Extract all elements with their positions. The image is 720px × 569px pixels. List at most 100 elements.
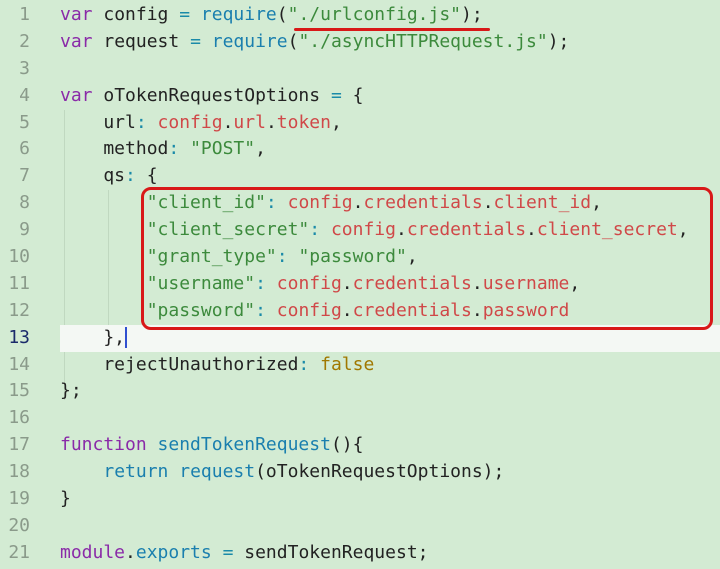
token-id: rejectUnauthorized: [60, 353, 299, 375]
token-id: [309, 354, 320, 375]
token-bool: false: [320, 353, 375, 375]
token-id: {: [135, 165, 158, 187]
token-id: );: [547, 30, 570, 52]
token-id: );: [461, 4, 483, 25]
token-id: {: [341, 84, 364, 106]
code-line[interactable]: 21 module.exports = sendTokenRequest;: [0, 540, 720, 567]
token-fn: request: [179, 461, 256, 483]
code-line[interactable]: 17 function sendTokenRequest(){: [0, 432, 720, 459]
line-number: 9: [19, 219, 30, 241]
code-text: var oTokenRequestOptions = {: [60, 83, 363, 110]
code-line[interactable]: 15};: [0, 378, 720, 405]
token-id: (oTokenRequestOptions);: [255, 461, 505, 483]
token-id: method: [60, 138, 169, 160]
code-line[interactable]: 18 return request(oTokenRequestOptions);: [0, 459, 720, 486]
token-id: .: [125, 541, 136, 563]
token-id: [60, 300, 147, 321]
line-number: 1: [19, 4, 30, 25]
line-number: 2: [19, 30, 30, 52]
token-op: :: [298, 353, 310, 375]
code-text: var request = require("./asyncHTTPReques…: [60, 29, 569, 56]
line-number: 19: [8, 488, 30, 510]
code-line[interactable]: 16: [0, 405, 720, 432]
token-op: =: [330, 84, 342, 106]
code-text: function sendTokenRequest(){: [60, 432, 363, 459]
code-line[interactable]: 1 var config = require("./urlconfig.js");: [0, 2, 720, 29]
highlight-underline: [294, 28, 490, 31]
token-id: [60, 219, 147, 240]
line-number: 4: [19, 84, 30, 106]
line-number: 12: [8, 299, 30, 321]
token-id: [147, 434, 158, 455]
code-line[interactable]: 14 rejectUnauthorized: false: [0, 352, 720, 379]
token-id: [60, 273, 147, 294]
code-text: rejectUnauthorized: false: [60, 352, 374, 379]
line-number: 21: [8, 541, 30, 563]
line-number: 11: [8, 272, 30, 294]
code-line[interactable]: 5 url: config.url.token,: [0, 110, 720, 137]
line-number: 20: [8, 514, 30, 536]
highlight-box: [141, 187, 713, 330]
line-number: 3: [19, 57, 30, 79]
line-number: 8: [19, 192, 30, 214]
line-number: 6: [19, 138, 30, 160]
token-id: (){: [330, 434, 364, 456]
token-str: "./asyncHTTPRequest.js": [298, 30, 548, 52]
token-id: (: [276, 4, 288, 25]
token-id: [190, 4, 201, 25]
token-id: };: [60, 380, 82, 402]
token-id: sendTokenRequest;: [233, 541, 429, 563]
token-kw: var: [60, 84, 93, 106]
line-number: 17: [8, 434, 30, 456]
token-fn: require: [211, 30, 288, 52]
line-number: 18: [8, 461, 30, 483]
token-id: .: [222, 111, 234, 133]
token-id: [60, 246, 147, 267]
code-line[interactable]: 20: [0, 513, 720, 540]
token-id: request: [92, 30, 191, 52]
code-text: var config = require("./urlconfig.js");: [60, 2, 483, 29]
token-id: [60, 192, 147, 213]
token-op: =: [179, 4, 191, 25]
token-kw: var: [60, 4, 93, 25]
token-prop: config: [157, 111, 223, 133]
code-line[interactable]: 6 method: "POST",: [0, 136, 720, 163]
token-id: [179, 138, 190, 159]
code-line[interactable]: 2 var request = require("./asyncHTTPReque…: [0, 29, 720, 56]
code-text: }: [60, 486, 71, 513]
code-text: url: config.url.token,: [60, 110, 342, 137]
token-id: [201, 31, 212, 52]
token-id: oTokenRequestOptions: [92, 84, 331, 106]
token-op: :: [168, 138, 180, 160]
token-fn: return: [103, 461, 169, 483]
code-line[interactable]: 3: [0, 56, 720, 83]
token-op: =: [190, 30, 201, 52]
token-str: "./urlconfig.js": [287, 4, 461, 25]
line-number: 16: [8, 407, 30, 429]
code-text: };: [60, 378, 82, 405]
token-id: config: [92, 4, 180, 25]
token-fn: exports: [135, 541, 212, 563]
code-line[interactable]: 19}: [0, 486, 720, 513]
token-id: url: [60, 111, 136, 133]
token-op: =: [222, 541, 234, 563]
token-id: [168, 461, 179, 482]
line-number: 14: [8, 353, 30, 375]
token-fn: require: [200, 4, 277, 25]
token-id: [60, 461, 103, 482]
token-id: ,: [255, 138, 266, 160]
token-id: [212, 542, 223, 563]
token-id: ,: [330, 111, 342, 133]
line-number: 7: [19, 165, 30, 187]
token-kw: function: [60, 434, 147, 456]
code-text: qs: {: [60, 163, 158, 190]
token-id: (: [287, 30, 299, 52]
code-text: method: "POST",: [60, 136, 266, 163]
token-kw: module: [60, 541, 126, 563]
token-id: qs: [60, 165, 126, 187]
token-prop: url: [233, 111, 266, 133]
token-id: }: [60, 488, 71, 510]
code-line[interactable]: 4 var oTokenRequestOptions = {: [0, 83, 720, 110]
line-number: 10: [8, 246, 30, 268]
code-text: return request(oTokenRequestOptions);: [60, 459, 504, 486]
